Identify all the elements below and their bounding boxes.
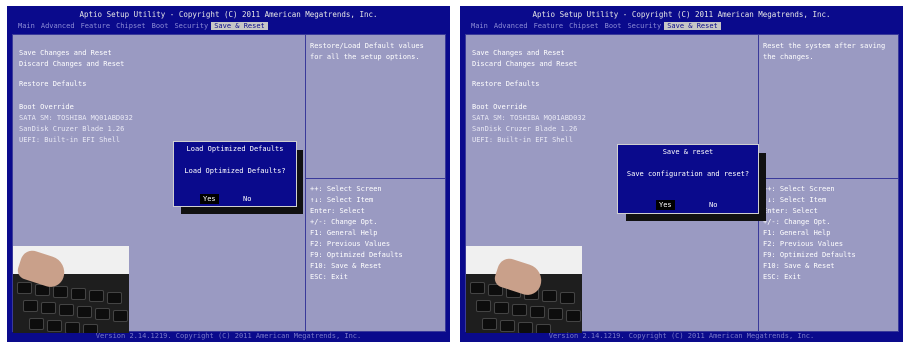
- help-divider: [305, 178, 445, 179]
- menu-main[interactable]: Main: [468, 22, 491, 30]
- option-discard-changes-reset[interactable]: Discard Changes and Reset: [472, 60, 577, 68]
- key-save-reset: F10: Save & Reset: [763, 262, 835, 270]
- key-previous-values: F2: Previous Values: [310, 240, 391, 248]
- menu-main[interactable]: Main: [15, 22, 38, 30]
- key-enter-select: Enter: Select: [310, 207, 365, 215]
- boot-option-sandisk[interactable]: SanDisk Cruzer Blade 1.26: [19, 125, 124, 133]
- key-select-item: ↑↓: Select Item: [763, 196, 827, 204]
- menu-save-reset[interactable]: Save & Reset: [664, 22, 721, 30]
- key-legend: ++: Select Screen ↑↓: Select Item Enter:…: [763, 184, 856, 283]
- dialog-title: Save & reset: [662, 148, 714, 156]
- option-save-changes-reset[interactable]: Save Changes and Reset: [472, 49, 565, 57]
- menu-boot[interactable]: Boot: [149, 22, 172, 30]
- menu-advanced[interactable]: Advanced: [38, 22, 78, 30]
- menu-bar: Main Advanced Feature Chipset Boot Secur…: [468, 22, 721, 30]
- key-legend: ++: Select Screen ↑↓: Select Item Enter:…: [310, 184, 403, 283]
- key-change-opt: +/-: Change Opt.: [310, 218, 378, 226]
- bios-title: Aptio Setup Utility - Copyright (C) 2011…: [532, 10, 831, 19]
- bios-footer: Version 2.14.1219. Copyright (C) 2011 Am…: [95, 332, 362, 340]
- boot-override-label: Boot Override: [19, 103, 74, 111]
- key-exit: ESC: Exit: [763, 273, 801, 281]
- menu-security[interactable]: Security: [624, 22, 664, 30]
- help-text: Restore/Load Default values for all the …: [310, 42, 424, 61]
- menu-chipset[interactable]: Chipset: [566, 22, 602, 30]
- panel-divider: [305, 35, 306, 331]
- key-select-screen: ++: Select Screen: [763, 185, 835, 193]
- boot-option-sandisk[interactable]: SanDisk Cruzer Blade 1.26: [472, 125, 577, 133]
- option-restore-defaults[interactable]: Restore Defaults: [472, 80, 539, 88]
- dialog-message: Save configuration and reset?: [626, 170, 750, 178]
- key-change-opt: +/-: Change Opt.: [763, 218, 831, 226]
- key-general-help: F1: General Help: [310, 229, 378, 237]
- key-select-item: ↑↓: Select Item: [310, 196, 374, 204]
- dialog-message: Load Optimized Defaults?: [184, 167, 286, 175]
- keyboard-photo: [466, 246, 582, 333]
- option-save-changes-reset[interactable]: Save Changes and Reset: [19, 49, 112, 57]
- help-text: Reset the system after saving the change…: [763, 42, 886, 61]
- menu-feature[interactable]: Feature: [531, 22, 567, 30]
- boot-option-sata[interactable]: SATA SM: TOSHIBA MQ01ABD032: [472, 114, 586, 122]
- load-defaults-dialog: Load Optimized Defaults Load Optimized D…: [173, 141, 297, 207]
- key-general-help: F1: General Help: [763, 229, 831, 237]
- option-discard-changes-reset[interactable]: Discard Changes and Reset: [19, 60, 124, 68]
- menu-security[interactable]: Security: [171, 22, 211, 30]
- dialog-yes-button[interactable]: Yes: [656, 200, 675, 210]
- key-exit: ESC: Exit: [310, 273, 348, 281]
- key-optimized-defaults: F9: Optimized Defaults: [310, 251, 403, 259]
- boot-option-uefi[interactable]: UEFI: Built-in EFI Shell: [19, 136, 120, 144]
- save-reset-dialog: Save & reset Save configuration and rese…: [617, 144, 759, 214]
- bios-footer: Version 2.14.1219. Copyright (C) 2011 Am…: [548, 332, 815, 340]
- key-previous-values: F2: Previous Values: [763, 240, 844, 248]
- dialog-no-button[interactable]: No: [240, 194, 254, 204]
- dialog-title: Load Optimized Defaults: [186, 145, 284, 153]
- key-optimized-defaults: F9: Optimized Defaults: [763, 251, 856, 259]
- menu-feature[interactable]: Feature: [78, 22, 114, 30]
- key-select-screen: ++: Select Screen: [310, 185, 382, 193]
- menu-advanced[interactable]: Advanced: [491, 22, 531, 30]
- help-divider: [758, 178, 898, 179]
- boot-override-label: Boot Override: [472, 103, 527, 111]
- bios-screen-left: Aptio Setup Utility - Copyright (C) 2011…: [7, 6, 450, 342]
- menu-boot[interactable]: Boot: [602, 22, 625, 30]
- dialog-no-button[interactable]: No: [706, 200, 720, 210]
- boot-option-uefi[interactable]: UEFI: Built-in EFI Shell: [472, 136, 573, 144]
- bios-title: Aptio Setup Utility - Copyright (C) 2011…: [79, 10, 378, 19]
- dialog-yes-button[interactable]: Yes: [200, 194, 219, 204]
- boot-option-sata[interactable]: SATA SM: TOSHIBA MQ01ABD032: [19, 114, 133, 122]
- keyboard-image: [13, 274, 129, 333]
- bios-screen-right: Aptio Setup Utility - Copyright (C) 2011…: [460, 6, 903, 342]
- keyboard-photo: [13, 246, 129, 333]
- key-enter-select: Enter: Select: [763, 207, 818, 215]
- option-restore-defaults[interactable]: Restore Defaults: [19, 80, 86, 88]
- key-save-reset: F10: Save & Reset: [310, 262, 382, 270]
- menu-chipset[interactable]: Chipset: [113, 22, 149, 30]
- menu-bar: Main Advanced Feature Chipset Boot Secur…: [15, 22, 268, 30]
- menu-save-reset[interactable]: Save & Reset: [211, 22, 268, 30]
